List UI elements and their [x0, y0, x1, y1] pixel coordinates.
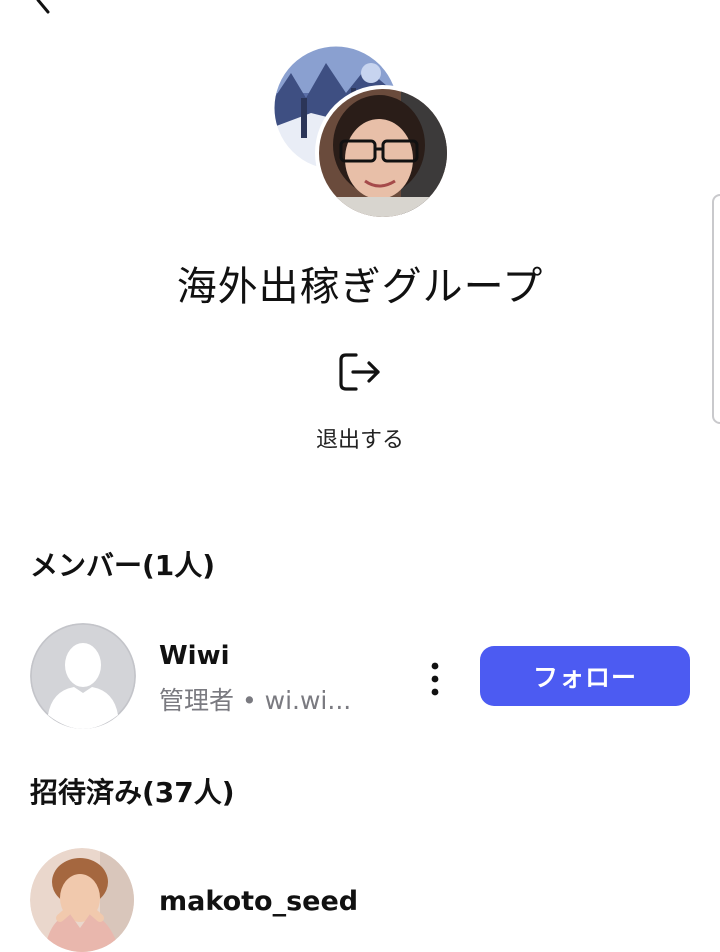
- avatar[interactable]: [30, 623, 136, 729]
- group-avatar-person: [315, 85, 451, 221]
- group-avatar-stack: [271, 43, 451, 223]
- user-photo: [30, 848, 134, 952]
- group-title: 海外出稼ぎグループ: [176, 264, 544, 310]
- members-heading: メンバー(1人): [30, 549, 216, 582]
- member-row[interactable]: Wiwi 管理者 • wi.wi... フォロー: [0, 623, 720, 731]
- invited-user-name[interactable]: makoto_seed: [159, 886, 358, 917]
- chevron-left-icon: [36, 0, 50, 14]
- invited-row[interactable]: makoto_seed: [0, 848, 720, 952]
- more-vertical-icon: [431, 662, 439, 696]
- member-name[interactable]: Wiwi: [159, 641, 230, 671]
- avatar[interactable]: [30, 848, 134, 952]
- member-subtitle: 管理者 • wi.wi...: [159, 686, 352, 715]
- leave-group-label[interactable]: 退出する: [0, 422, 720, 454]
- leave-group-button[interactable]: [336, 350, 382, 394]
- back-button[interactable]: [26, 0, 62, 18]
- invited-heading: 招待済み(37人): [30, 776, 235, 809]
- follow-button[interactable]: フォロー: [480, 646, 690, 706]
- logout-icon: [339, 353, 380, 391]
- default-avatar-icon: [30, 623, 136, 729]
- more-options-button[interactable]: [418, 657, 452, 701]
